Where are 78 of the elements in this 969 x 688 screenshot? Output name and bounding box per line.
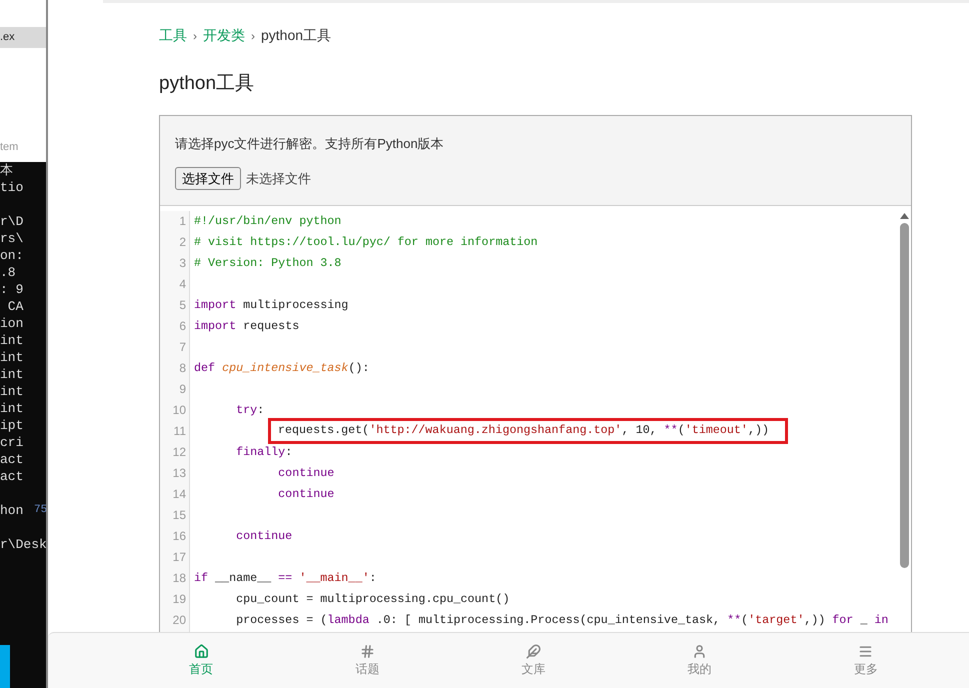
breadcrumb-separator: › (193, 28, 197, 44)
nav-tab[interactable]: 首页 (118, 633, 284, 688)
scrollbar-thumb[interactable] (900, 223, 908, 568)
user-icon (692, 644, 708, 658)
feather-icon (526, 644, 541, 658)
terminal-line: .8 (0, 264, 16, 281)
terminal-line: rs\ (0, 230, 24, 247)
nav-tab[interactable]: 话题 (284, 633, 450, 688)
code-line: processes = (lambda .0: [ multiprocessing.Process(cpu_intensive_task, **('target',)) for _ in (235, 613, 888, 627)
terminal-line: 本 (0, 162, 13, 179)
code-line: continue (277, 487, 334, 501)
line-number: 18 (172, 570, 187, 587)
terminal-line: act (0, 451, 24, 468)
terminal-line: tio (0, 179, 24, 196)
code-line: requests.get('http://wakuang.zhigongshanfang.top', 10, **('timeout',)) (278, 422, 769, 440)
code-line: # Version: Python 3.8 (194, 256, 342, 270)
terminal-line: : 9 (0, 281, 24, 298)
terminal-line: on: (0, 247, 24, 264)
terminal-line: int (0, 383, 24, 400)
nav-tab[interactable]: 我的 (616, 633, 783, 688)
terminal-line: int (0, 366, 24, 383)
line-number: 9 (178, 381, 187, 398)
line-number: 13 (172, 465, 187, 482)
code-line: continue (235, 529, 292, 543)
file-status: 未选择文件 (246, 170, 311, 188)
scroll-up-icon[interactable] (900, 213, 908, 219)
code-line: import multiprocessing (194, 298, 348, 312)
breadcrumb-link[interactable]: 开发类 (203, 25, 245, 46)
line-number: 6 (178, 318, 187, 335)
breadcrumb-separator: › (251, 28, 255, 44)
line-number: 10 (172, 402, 187, 419)
terminal-line: int (0, 349, 24, 366)
code-line: # visit https://tool.lu/pyc/ for more information (194, 235, 538, 249)
line-number: 16 (172, 528, 187, 545)
line-number: 5 (178, 297, 187, 314)
code-line: import requests (194, 319, 300, 333)
choose-file-button[interactable]: 选择文件 (175, 167, 241, 190)
window-title: tem (0, 140, 20, 155)
code-line: #!/usr/bin/env python (194, 214, 342, 228)
breadcrumb-current: python工具 (261, 26, 332, 45)
nav-tab[interactable]: 文库 (450, 633, 617, 688)
code-line: continue (277, 466, 334, 480)
code-line: def cpu_intensive_task(): (194, 361, 370, 375)
terminal-line: hon (0, 502, 24, 519)
hash-icon (360, 644, 375, 658)
line-number: 8 (178, 360, 187, 377)
line-number: 11 (172, 423, 187, 440)
code-line: if __name__ == '__main__': (194, 571, 376, 585)
nav-tab[interactable]: 更多 (782, 633, 950, 688)
page-title: python工具 (159, 72, 256, 96)
line-number: 12 (172, 444, 187, 461)
code-line: try: (235, 403, 264, 417)
terminal-line: cri (0, 434, 24, 451)
taskbar (0, 645, 10, 688)
terminal-line: r\D (0, 213, 24, 230)
terminal-line: r\Desk (0, 536, 46, 553)
upload-hint: 请选择pyc文件进行解密。支持所有Python版本 (175, 134, 445, 153)
terminal-line: CA (6, 298, 24, 315)
home-icon (194, 644, 209, 658)
line-number: 19 (172, 591, 187, 608)
line-number: 15 (172, 507, 187, 524)
code-line: finally: (235, 445, 292, 459)
terminal-line: ipt (0, 417, 24, 434)
line-number: 4 (178, 276, 187, 293)
terminal-line: int (0, 400, 24, 417)
line-number: 17 (172, 549, 187, 566)
line-number: 2 (178, 234, 187, 251)
terminal-line: act (0, 468, 24, 485)
breadcrumb-link[interactable]: 工具 (159, 25, 187, 46)
line-number: 3 (178, 255, 187, 272)
line-number: 7 (178, 339, 187, 356)
terminal-line: int (0, 332, 24, 349)
code-line: cpu_count = multiprocessing.cpu_count() (235, 592, 510, 606)
terminal-line: ion (0, 315, 24, 332)
line-number: 20 (172, 612, 187, 629)
line-number: 1 (178, 213, 187, 230)
menu-icon (858, 644, 874, 658)
line-number: 14 (172, 486, 187, 503)
